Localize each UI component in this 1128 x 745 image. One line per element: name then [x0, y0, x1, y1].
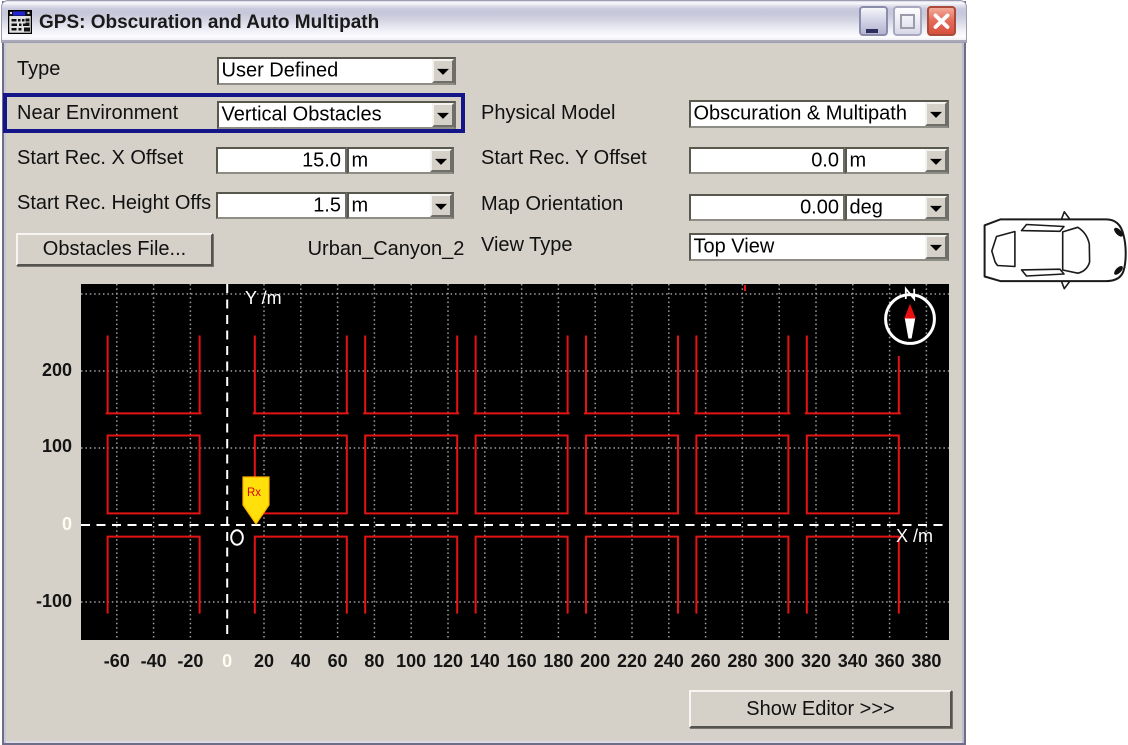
- svg-text:Rx: Rx: [247, 487, 261, 499]
- svg-text:X /m: X /m: [896, 526, 933, 546]
- svg-text:Y /m: Y /m: [245, 288, 282, 308]
